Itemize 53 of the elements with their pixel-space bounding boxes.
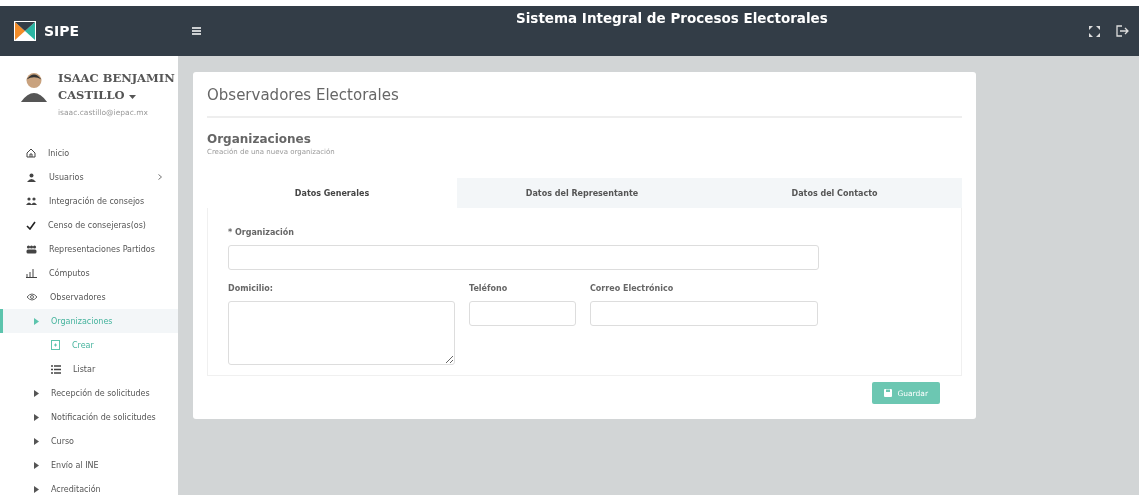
sidebar-item[interactable]: Inicio [0,141,178,165]
sidebar-item[interactable]: Integración de consejos [0,189,178,213]
tab[interactable]: Datos del Contacto [707,178,962,208]
sidebar-item[interactable]: Envío al INE [0,453,178,477]
chevron-icon [158,174,162,180]
triangle-icon [34,461,39,469]
triangle-icon [34,389,39,397]
tab[interactable]: Datos del Representante [457,178,707,208]
home-icon [26,148,36,158]
sidebar-item[interactable]: Listar [0,357,178,381]
sidebar-item[interactable]: Notificación de solicitudes [0,405,178,429]
sidebar-item[interactable]: Cómputos [0,261,178,285]
input-field[interactable] [469,301,576,326]
sidebar-item[interactable]: Recepción de solicitudes [0,381,178,405]
field-label: Teléfono [469,284,509,293]
group-icon [26,244,37,254]
eye-icon [26,293,38,301]
people-icon [26,197,37,205]
field-label: * Organización [228,228,295,237]
field-label: Domicilio: [228,284,274,293]
sidebar-item[interactable]: Censo de consejeras(os) [0,213,178,237]
expand-icon [1089,25,1100,37]
triangle-icon [34,437,39,445]
field-label: Correo Electrónico [590,284,675,293]
fullscreen-button[interactable] [1089,25,1100,37]
check-icon [26,220,36,230]
triangle-icon [34,413,39,421]
logo-text: SIPE [44,23,80,39]
section-title: Organizaciones [207,132,312,146]
sidebar-item[interactable]: Representaciones Partidos [0,237,178,261]
users-icon [26,172,37,182]
logout-icon [1116,25,1129,37]
sidebar-item[interactable]: Acreditación [0,477,178,495]
page-title: Observadores Electorales [207,86,962,118]
caret-icon [128,95,136,99]
logo-icon [14,21,36,41]
sidebar-item[interactable]: Usuarios [0,165,178,189]
list-icon [51,364,61,374]
input-field[interactable] [590,301,818,326]
triangle-icon [34,317,39,325]
user-name[interactable]: ISAAC BENJAMIN CASTILLO [58,70,178,104]
logout-button[interactable] [1116,25,1129,37]
input-field[interactable] [228,245,819,270]
document-icon [51,340,60,350]
bar-chart-icon [26,268,37,278]
sidebar-item[interactable]: Curso [0,429,178,453]
sidebar-item[interactable]: Observadores [0,285,178,309]
avatar-icon [20,70,48,104]
menu-icon [192,27,201,35]
floppy-icon [884,389,893,397]
text-area[interactable] [228,301,455,365]
triangle-icon [34,485,39,493]
app-title: Sistema Integral de Procesos Electorales [516,10,828,26]
